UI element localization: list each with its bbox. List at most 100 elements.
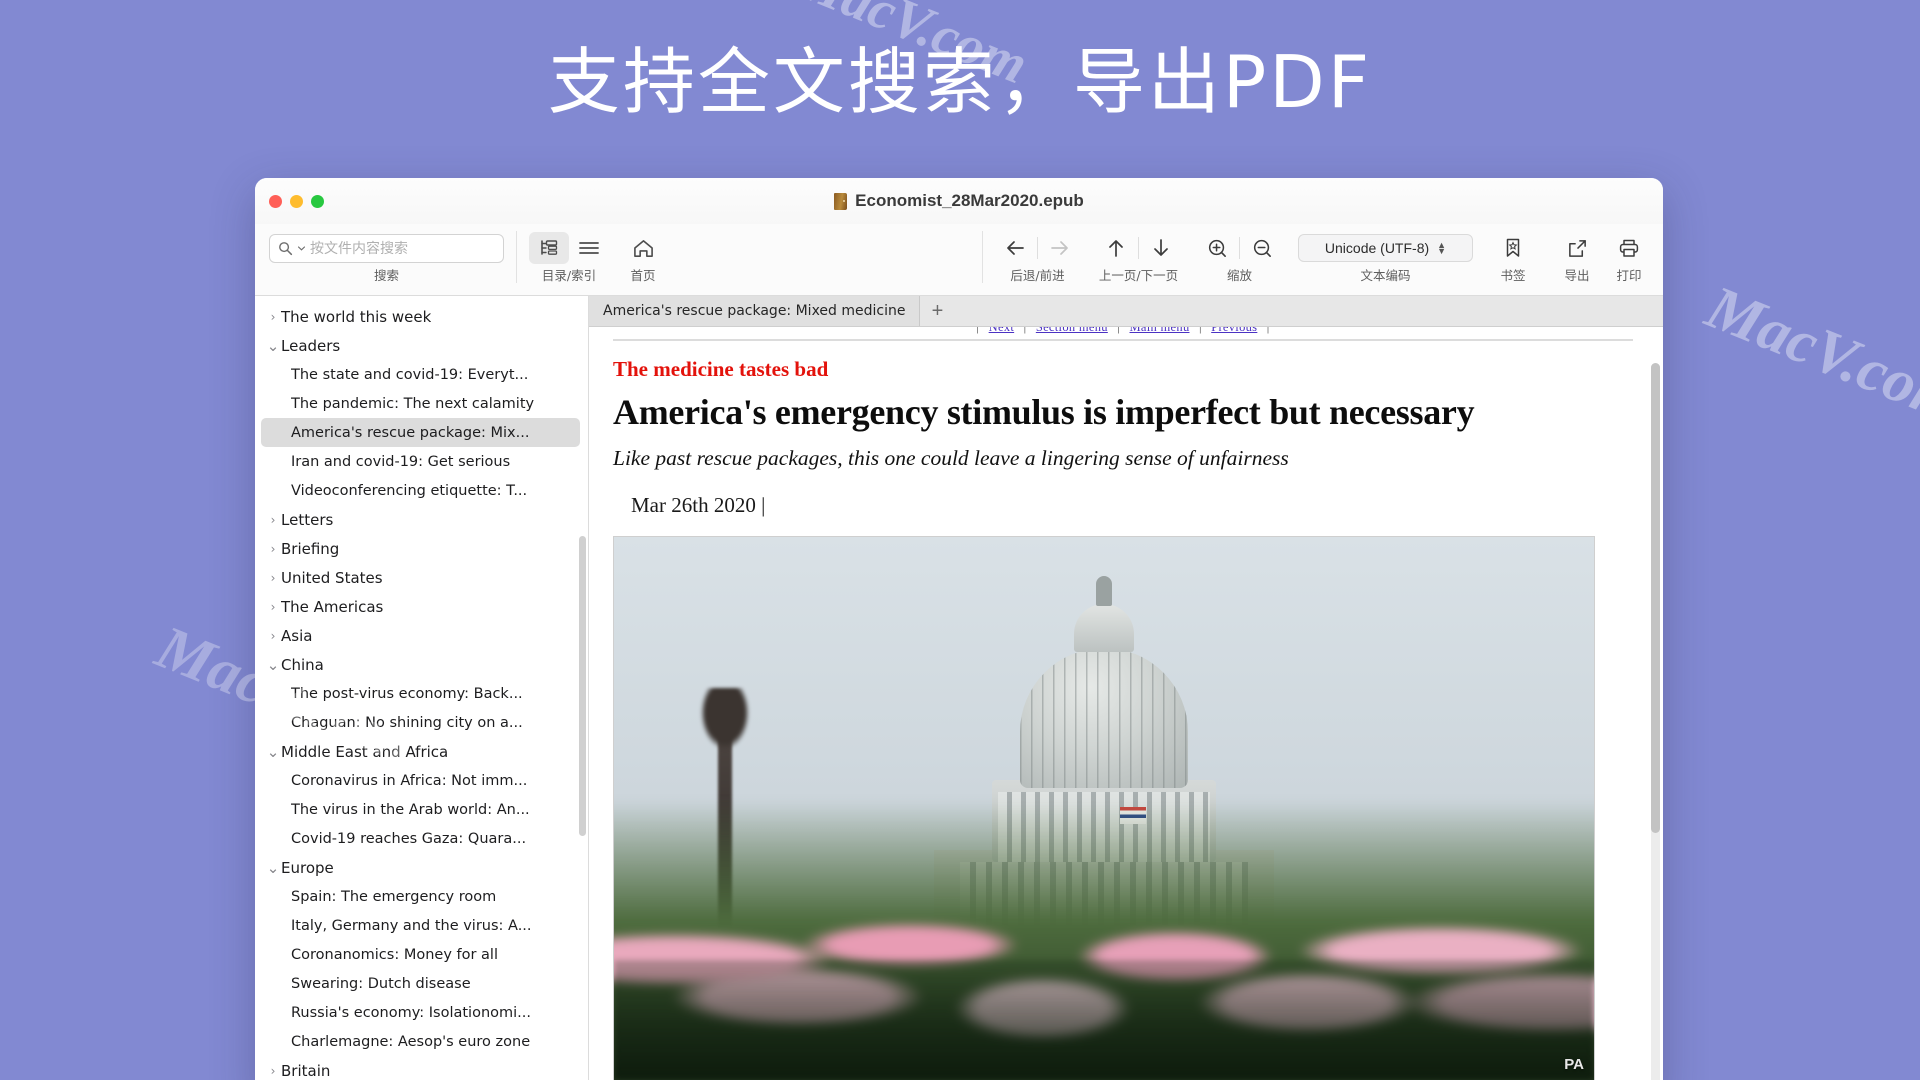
chevron-right-icon[interactable]: ›	[265, 513, 281, 527]
arrow-down-icon	[1154, 239, 1168, 256]
tab-label: America's rescue package: Mixed medicine	[603, 303, 906, 319]
zoom-button[interactable]	[311, 194, 324, 208]
toc-item[interactable]: Covid-19 reaches Gaza: Quara...	[255, 824, 588, 853]
toc-item-label: Russia's economy: Isolationomi...	[291, 1004, 532, 1021]
toc-item[interactable]: Videoconferencing etiquette: T...	[255, 476, 588, 505]
title-bar: Economist_28Mar2020.epub	[255, 178, 1663, 224]
toc-outline-button[interactable]	[529, 232, 569, 264]
arrow-right-icon	[1051, 241, 1068, 255]
prev-page-button[interactable]	[1096, 232, 1136, 264]
forward-button[interactable]	[1040, 232, 1080, 264]
chevron-down-icon[interactable]: ⌄	[265, 337, 281, 355]
encoding-select[interactable]: Unicode (UTF-8) ▲ ▼	[1298, 234, 1473, 262]
toc-item[interactable]: ⌄ China	[255, 650, 588, 679]
toc-item-label: China	[281, 655, 324, 674]
toc-item-label: Coronanomics: Money for all	[291, 946, 498, 963]
new-tab-button[interactable]: +	[920, 296, 954, 326]
encoding-caption: 文本编码	[1360, 268, 1411, 283]
toc-item[interactable]: › Britain	[255, 1056, 588, 1080]
zoom-out-button[interactable]	[1242, 232, 1282, 264]
toc-item[interactable]: Italy, Germany and the virus: A...	[255, 911, 588, 940]
traffic-lights	[255, 194, 324, 208]
app-window: Economist_28Mar2020.epub 按文件内容搜索 搜索 目录/索…	[255, 178, 1663, 1080]
article-photo: PA	[613, 536, 1595, 1080]
toc-item[interactable]: › United States	[255, 563, 588, 592]
chevron-down-icon[interactable]: ⌄	[265, 743, 281, 761]
toc-item[interactable]: Iran and covid-19: Get serious	[255, 447, 588, 476]
toc-item[interactable]: The post-virus economy: Back...	[255, 679, 588, 708]
content-scrollbar-thumb[interactable]	[1651, 363, 1660, 833]
tab-article[interactable]: America's rescue package: Mixed medicine	[589, 296, 921, 326]
export-icon	[1568, 239, 1586, 257]
stepper-icon[interactable]: ▲ ▼	[1437, 241, 1446, 256]
chevron-right-icon[interactable]: ›	[265, 571, 281, 585]
promo-banner: 支持全文搜索，导出PDF	[0, 0, 1920, 150]
home-button[interactable]	[623, 232, 663, 264]
toc-item[interactable]: › Briefing	[255, 534, 588, 563]
toc-item[interactable]: ⌄ Leaders	[255, 331, 588, 360]
toc-item[interactable]: › The Americas	[255, 592, 588, 621]
bookmark-icon	[1506, 238, 1520, 257]
toc-item-label: America's rescue package: Mix...	[291, 424, 530, 441]
article-dateline: Mar 26th 2020 |	[631, 493, 766, 518]
toolbar-group-search: 按文件内容搜索 搜索	[269, 229, 504, 284]
toc-caption: 目录/索引	[541, 268, 597, 283]
toc-item[interactable]: ⌄ Europe	[255, 853, 588, 882]
toc-item[interactable]: Spain: The emergency room	[255, 882, 588, 911]
content-scrollbar[interactable]	[1651, 363, 1660, 1080]
toc-sidebar[interactable]: › The world this week ⌄ Leaders The state an…	[255, 296, 589, 1080]
toc-item[interactable]: › Asia	[255, 621, 588, 650]
chevron-right-icon[interactable]: ›	[265, 310, 281, 324]
toc-item[interactable]: Coronavirus in Africa: Not imm...	[255, 766, 588, 795]
sidebar-scrollbar[interactable]	[579, 536, 586, 836]
bookmark-button[interactable]	[1493, 232, 1533, 264]
toc-item[interactable]: Swearing: Dutch disease	[255, 969, 588, 998]
toc-item[interactable]: Coronanomics: Money for all	[255, 940, 588, 969]
search-icon	[279, 241, 293, 255]
next-page-button[interactable]	[1141, 232, 1181, 264]
toc-list: › The world this week ⌄ Leaders The state an…	[255, 302, 588, 1080]
chevron-right-icon[interactable]: ›	[265, 629, 281, 643]
toc-item[interactable]: The virus in the Arab world: An...	[255, 795, 588, 824]
toc-item-label: Letters	[281, 510, 334, 529]
toc-item[interactable]: › Letters	[255, 505, 588, 534]
toolbar-group-home: 首页	[623, 229, 663, 284]
chevron-right-icon[interactable]: ›	[265, 1064, 281, 1078]
zoom-in-button[interactable]	[1197, 232, 1237, 264]
toc-item[interactable]: The state and covid-19: Everyt...	[255, 360, 588, 389]
toc-item-label: Middle East and Africa	[281, 742, 449, 761]
toc-item[interactable]: ⌄ Middle East and Africa	[255, 737, 588, 766]
toc-item[interactable]: The pandemic: The next calamity	[255, 389, 588, 418]
toc-item[interactable]: Chaguan: No shining city on a...	[255, 708, 588, 737]
toolbar-group-nav: 后退/前进	[995, 229, 1080, 284]
zoom-out-icon	[1253, 239, 1271, 257]
search-input[interactable]: 按文件内容搜索	[269, 233, 504, 263]
document-title-text: Economist_28Mar2020.epub	[855, 191, 1084, 210]
chevron-down-icon[interactable]: ⌄	[265, 656, 281, 674]
toc-item[interactable]: Charlemagne: Aesop's euro zone	[255, 1027, 588, 1056]
nav-link-main-menu[interactable]: Main menu	[1130, 327, 1190, 334]
toc-list-button[interactable]	[569, 232, 609, 264]
article-headline: America's emergency stimulus is imperfec…	[613, 392, 1475, 432]
back-button[interactable]	[995, 232, 1035, 264]
close-button[interactable]	[269, 194, 282, 208]
search-caption: 搜索	[373, 268, 399, 283]
nav-link-previous[interactable]: Previous	[1211, 327, 1257, 334]
nav-link-next[interactable]: Next	[989, 327, 1015, 334]
chevron-right-icon[interactable]: ›	[265, 600, 281, 614]
toc-icon	[541, 240, 558, 255]
toolbar-group-zoom: 缩放	[1197, 229, 1282, 284]
toc-item[interactable]: › The world this week	[255, 302, 588, 331]
chevron-down-icon[interactable]	[298, 245, 305, 251]
toc-item[interactable]: America's rescue package: Mix...	[261, 418, 580, 447]
chevron-right-icon[interactable]: ›	[265, 542, 281, 556]
print-button[interactable]	[1609, 232, 1649, 264]
nav-link-section-menu[interactable]: Section menu	[1036, 327, 1108, 334]
chevron-down-icon[interactable]: ⌄	[265, 859, 281, 877]
toc-item-label: Europe	[281, 858, 334, 877]
export-button[interactable]	[1557, 232, 1597, 264]
article-page: | Next | Section menu | Main menu | Prev…	[589, 327, 1663, 1080]
minimize-button[interactable]	[290, 194, 303, 208]
toc-item[interactable]: Russia's economy: Isolationomi...	[255, 998, 588, 1027]
nav-caption: 后退/前进	[1010, 268, 1065, 283]
